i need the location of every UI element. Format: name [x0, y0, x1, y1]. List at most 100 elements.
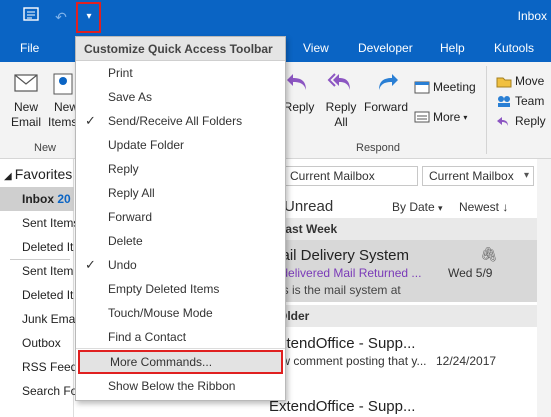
menu-item-label: Show Below the Ribbon	[108, 379, 236, 393]
more-label: More	[433, 110, 461, 124]
tab-developer[interactable]: Developer	[358, 41, 413, 55]
menu-item-print[interactable]: Print	[76, 61, 285, 85]
folder-divider	[10, 259, 70, 260]
meeting-label: Meeting	[433, 80, 476, 94]
mail-subject: New comment posting that y...	[266, 354, 427, 368]
menu-item-undo[interactable]: ✓ Undo	[76, 253, 285, 277]
sort-by-dropdown[interactable]: By Date ▾	[392, 200, 443, 214]
menu-item-label: Forward	[108, 210, 153, 224]
new-email-label-1: New	[13, 100, 38, 114]
forward-button[interactable]: Forward	[362, 68, 410, 115]
menu-item-update-folder[interactable]: Update Folder	[76, 133, 285, 157]
forward-label: Forward	[363, 100, 408, 114]
menu-item-label: More Commands...	[110, 355, 213, 369]
quickstep-reply-label: Reply	[515, 114, 546, 128]
folder-inbox-label: Inbox	[22, 192, 54, 206]
menu-item-show-below-ribbon[interactable]: Show Below the Ribbon	[76, 374, 285, 398]
mail-preview: This is the mail system at	[266, 283, 401, 297]
menu-item-label: Delete	[108, 234, 143, 248]
reply-icon	[287, 74, 306, 90]
menu-item-label: Update Folder	[108, 138, 185, 152]
folder-deleted-items-fav[interactable]: Deleted It	[22, 240, 73, 254]
menu-header: Customize Quick Access Toolbar	[76, 37, 285, 61]
check-icon: ✓	[85, 257, 96, 272]
meeting-button[interactable]: Meeting	[414, 80, 476, 94]
quickstep-team[interactable]: Team	[496, 94, 544, 108]
menu-item-send-receive[interactable]: ✓ Send/Receive All Folders	[76, 109, 285, 133]
tab-view[interactable]: View	[303, 41, 329, 55]
search-scope-select[interactable]: Current Mailbox ▾	[422, 166, 534, 186]
favorites-header[interactable]: ◢ Favorites	[4, 166, 72, 182]
reply-delete-icon	[497, 117, 508, 126]
quickstep-reply[interactable]: Reply	[496, 114, 546, 128]
menu-item-more-commands[interactable]: More Commands...	[78, 350, 283, 374]
menu-item-reply[interactable]: Reply	[76, 157, 285, 181]
attachment-icon: 🖇	[480, 246, 498, 262]
tab-file[interactable]: File	[20, 41, 39, 55]
folder-sent-items-fav[interactable]: Sent Items	[22, 216, 79, 230]
folder-pane: ◢ Favorites Inbox 20 Sent Items Deleted I…	[0, 159, 83, 417]
qat-customize-highlight	[76, 2, 101, 33]
move-icon	[496, 77, 512, 88]
send-receive-icon[interactable]	[20, 6, 42, 28]
menu-separator	[76, 348, 285, 349]
new-email-label-2: Email	[10, 115, 41, 129]
sort-order-toggle[interactable]: Newest ↓	[459, 200, 508, 214]
menu-item-find-contact[interactable]: Find a Contact	[76, 325, 285, 349]
menu-item-delete[interactable]: Delete	[76, 229, 285, 253]
more-icon	[414, 111, 430, 123]
reply-all-label-1: Reply	[325, 100, 357, 114]
new-email-button[interactable]: New Email	[8, 68, 44, 130]
folder-deleted-items[interactable]: Deleted It	[22, 288, 73, 302]
menu-item-label: Touch/Mouse Mode	[108, 306, 213, 320]
reply-all-button[interactable]: Reply All	[322, 68, 360, 130]
filter-unread[interactable]: Unread	[284, 198, 333, 215]
check-icon: ✓	[85, 113, 96, 128]
vertical-scrollbar[interactable]	[537, 159, 551, 417]
sort-by-caret-icon: ▾	[438, 203, 443, 213]
chevron-down-icon: ▾	[523, 170, 529, 181]
menu-item-label: Send/Receive All Folders	[108, 114, 243, 128]
outlook-window: ↶ ▾ Inbox File View Developer Help Kutoo…	[0, 0, 551, 417]
menu-item-forward[interactable]: Forward	[76, 205, 285, 229]
menu-item-label: Empty Deleted Items	[108, 282, 220, 296]
sort-by-label: By Date	[392, 200, 435, 214]
mail-sender: ExtendOffice - Supp...	[269, 335, 416, 352]
group-label-respond: Respond	[356, 142, 401, 154]
folder-search-folders[interactable]: Search Fo	[22, 384, 77, 398]
sort-order-label: Newest	[459, 200, 500, 214]
team-icon	[498, 96, 510, 107]
more-dropdown-icon: ▾	[463, 112, 468, 122]
reply-button[interactable]: Reply	[282, 68, 316, 115]
new-items-label-1: New	[54, 100, 79, 114]
favorites-label: Favorites	[14, 166, 73, 182]
reply-all-label-2: All	[334, 115, 348, 129]
forward-icon	[379, 74, 398, 90]
menu-item-label: Save As	[108, 90, 153, 104]
meeting-icon	[414, 81, 430, 94]
quickstep-team-label: Team	[515, 94, 545, 108]
menu-item-touch-mouse[interactable]: Touch/Mouse Mode	[76, 301, 285, 325]
mail-subject: Undelivered Mail Returned ...	[266, 266, 422, 280]
group-label-new: New	[34, 142, 57, 154]
folder-inbox[interactable]: Inbox 20	[0, 187, 74, 211]
tab-help[interactable]: Help	[440, 41, 465, 55]
quickstep-move[interactable]: Move	[496, 74, 544, 88]
menu-item-save-as[interactable]: Save As	[76, 85, 285, 109]
undo-icon[interactable]: ↶	[50, 6, 72, 28]
new-items-label-2: Items	[48, 115, 78, 129]
new-items-button[interactable]: New Items	[46, 68, 79, 130]
menu-item-reply-all[interactable]: Reply All	[76, 181, 285, 205]
title-bar: ↶ ▾ Inbox	[0, 0, 551, 34]
folder-outbox[interactable]: Outbox	[22, 336, 61, 350]
menu-item-label: Reply	[108, 162, 139, 176]
folder-junk-email[interactable]: Junk Ema	[22, 312, 75, 326]
quickstep-move-label: Move	[515, 74, 545, 88]
qat-customize-menu: Customize Quick Access Toolbar Print Sav…	[75, 36, 286, 401]
folder-sent-items[interactable]: Sent Item	[22, 264, 73, 278]
more-button[interactable]: More ▾	[414, 110, 467, 124]
menu-item-empty-deleted[interactable]: Empty Deleted Items	[76, 277, 285, 301]
window-title: Inbox	[517, 9, 547, 23]
tab-kutools[interactable]: Kutools	[494, 41, 534, 55]
new-email-icon	[14, 74, 38, 92]
